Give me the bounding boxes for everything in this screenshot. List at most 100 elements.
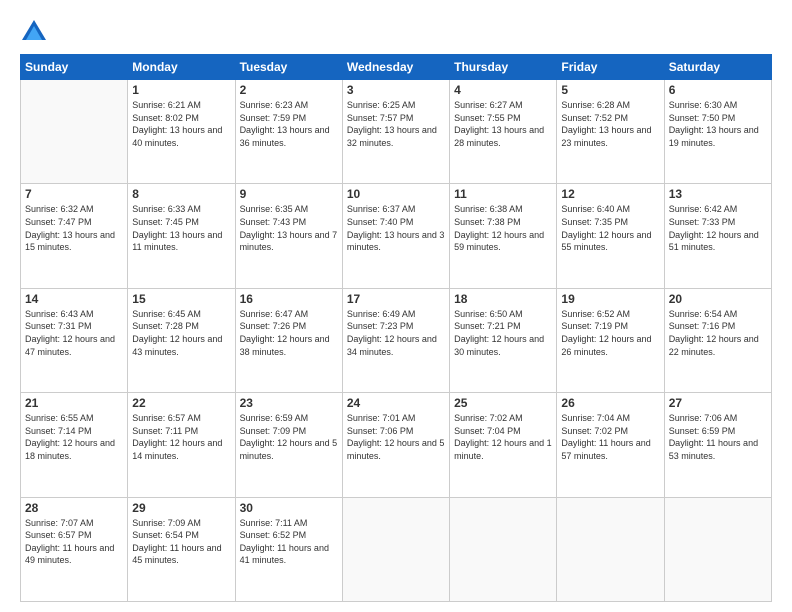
header <box>20 18 772 46</box>
day-info: Sunrise: 6:25 AMSunset: 7:57 PMDaylight:… <box>347 99 445 149</box>
day-number: 7 <box>25 187 123 201</box>
day-info: Sunrise: 6:38 AMSunset: 7:38 PMDaylight:… <box>454 203 552 253</box>
day-info: Sunrise: 7:02 AMSunset: 7:04 PMDaylight:… <box>454 412 552 462</box>
calendar-cell: 30 Sunrise: 7:11 AMSunset: 6:52 PMDayligh… <box>235 497 342 601</box>
day-info: Sunrise: 7:06 AMSunset: 6:59 PMDaylight:… <box>669 412 767 462</box>
calendar-cell: 25 Sunrise: 7:02 AMSunset: 7:04 PMDayligh… <box>450 393 557 497</box>
day-number: 24 <box>347 396 445 410</box>
calendar-cell: 24 Sunrise: 7:01 AMSunset: 7:06 PMDayligh… <box>342 393 449 497</box>
calendar-cell <box>342 497 449 601</box>
calendar-cell: 3Sunrise: 6:25 AMSunset: 7:57 PMDaylight… <box>342 80 449 184</box>
day-info: Sunrise: 7:01 AMSunset: 7:06 PMDaylight:… <box>347 412 445 462</box>
day-info: Sunrise: 6:43 AMSunset: 7:31 PMDaylight:… <box>25 308 123 358</box>
day-number: 19 <box>561 292 659 306</box>
day-number: 4 <box>454 83 552 97</box>
calendar-week-4: 28 Sunrise: 7:07 AMSunset: 6:57 PMDayligh… <box>21 497 772 601</box>
day-number: 15 <box>132 292 230 306</box>
day-number: 9 <box>240 187 338 201</box>
page: SundayMondayTuesdayWednesdayThursdayFrid… <box>0 0 792 612</box>
calendar-week-3: 21Sunrise: 6:55 AMSunset: 7:14 PMDayligh… <box>21 393 772 497</box>
day-info: Sunrise: 7:04 AMSunset: 7:02 PMDaylight:… <box>561 412 659 462</box>
calendar-table: SundayMondayTuesdayWednesdayThursdayFrid… <box>20 54 772 602</box>
calendar-cell: 8Sunrise: 6:33 AMSunset: 7:45 PMDaylight… <box>128 184 235 288</box>
day-info: Sunrise: 7:11 AMSunset: 6:52 PMDaylight:… <box>240 517 338 567</box>
day-info: Sunrise: 6:42 AMSunset: 7:33 PMDaylight:… <box>669 203 767 253</box>
day-info: Sunrise: 7:09 AMSunset: 6:54 PMDaylight:… <box>132 517 230 567</box>
day-info: Sunrise: 6:40 AMSunset: 7:35 PMDaylight:… <box>561 203 659 253</box>
calendar-cell: 19 Sunrise: 6:52 AMSunset: 7:19 PMDayligh… <box>557 288 664 392</box>
day-number: 18 <box>454 292 552 306</box>
day-number: 13 <box>669 187 767 201</box>
day-number: 14 <box>25 292 123 306</box>
calendar-cell: 11 Sunrise: 6:38 AMSunset: 7:38 PMDayligh… <box>450 184 557 288</box>
day-info: Sunrise: 6:21 AMSunset: 8:02 PMDaylight:… <box>132 99 230 149</box>
day-number: 16 <box>240 292 338 306</box>
day-info: Sunrise: 6:27 AMSunset: 7:55 PMDaylight:… <box>454 99 552 149</box>
day-number: 29 <box>132 501 230 515</box>
calendar-header-row: SundayMondayTuesdayWednesdayThursdayFrid… <box>21 55 772 80</box>
day-number: 11 <box>454 187 552 201</box>
day-number: 5 <box>561 83 659 97</box>
calendar-cell: 23 Sunrise: 6:59 AMSunset: 7:09 PMDayligh… <box>235 393 342 497</box>
day-info: Sunrise: 6:30 AMSunset: 7:50 PMDaylight:… <box>669 99 767 149</box>
day-number: 20 <box>669 292 767 306</box>
day-info: Sunrise: 6:55 AMSunset: 7:14 PMDaylight:… <box>25 412 123 462</box>
day-info: Sunrise: 6:57 AMSunset: 7:11 PMDaylight:… <box>132 412 230 462</box>
day-info: Sunrise: 6:59 AMSunset: 7:09 PMDaylight:… <box>240 412 338 462</box>
day-info: Sunrise: 6:52 AMSunset: 7:19 PMDaylight:… <box>561 308 659 358</box>
day-number: 12 <box>561 187 659 201</box>
day-number: 23 <box>240 396 338 410</box>
calendar-cell <box>557 497 664 601</box>
calendar-cell: 13 Sunrise: 6:42 AMSunset: 7:33 PMDayligh… <box>664 184 771 288</box>
calendar-cell: 9 Sunrise: 6:35 AMSunset: 7:43 PMDaylight… <box>235 184 342 288</box>
day-info: Sunrise: 6:37 AMSunset: 7:40 PMDaylight:… <box>347 203 445 253</box>
calendar-header-wednesday: Wednesday <box>342 55 449 80</box>
calendar-cell: 26 Sunrise: 7:04 AMSunset: 7:02 PMDayligh… <box>557 393 664 497</box>
logo <box>20 18 52 46</box>
day-info: Sunrise: 6:23 AMSunset: 7:59 PMDaylight:… <box>240 99 338 149</box>
day-info: Sunrise: 7:07 AMSunset: 6:57 PMDaylight:… <box>25 517 123 567</box>
calendar-cell: 12 Sunrise: 6:40 AMSunset: 7:35 PMDayligh… <box>557 184 664 288</box>
day-number: 10 <box>347 187 445 201</box>
day-info: Sunrise: 6:35 AMSunset: 7:43 PMDaylight:… <box>240 203 338 253</box>
day-number: 26 <box>561 396 659 410</box>
day-info: Sunrise: 6:50 AMSunset: 7:21 PMDaylight:… <box>454 308 552 358</box>
calendar-week-1: 7 Sunrise: 6:32 AMSunset: 7:47 PMDaylight… <box>21 184 772 288</box>
day-number: 2 <box>240 83 338 97</box>
calendar-header-tuesday: Tuesday <box>235 55 342 80</box>
calendar-cell: 27Sunrise: 7:06 AMSunset: 6:59 PMDayligh… <box>664 393 771 497</box>
calendar-cell: 6 Sunrise: 6:30 AMSunset: 7:50 PMDaylight… <box>664 80 771 184</box>
day-info: Sunrise: 6:49 AMSunset: 7:23 PMDaylight:… <box>347 308 445 358</box>
day-number: 1 <box>132 83 230 97</box>
calendar-header-sunday: Sunday <box>21 55 128 80</box>
day-number: 8 <box>132 187 230 201</box>
day-number: 6 <box>669 83 767 97</box>
calendar-cell: 17 Sunrise: 6:49 AMSunset: 7:23 PMDayligh… <box>342 288 449 392</box>
calendar-cell: 14 Sunrise: 6:43 AMSunset: 7:31 PMDayligh… <box>21 288 128 392</box>
day-info: Sunrise: 6:45 AMSunset: 7:28 PMDaylight:… <box>132 308 230 358</box>
day-number: 17 <box>347 292 445 306</box>
day-number: 28 <box>25 501 123 515</box>
calendar-week-2: 14 Sunrise: 6:43 AMSunset: 7:31 PMDayligh… <box>21 288 772 392</box>
day-number: 30 <box>240 501 338 515</box>
calendar-header-friday: Friday <box>557 55 664 80</box>
calendar-cell <box>664 497 771 601</box>
calendar-cell <box>450 497 557 601</box>
calendar-cell: 10 Sunrise: 6:37 AMSunset: 7:40 PMDayligh… <box>342 184 449 288</box>
calendar-cell: 22 Sunrise: 6:57 AMSunset: 7:11 PMDayligh… <box>128 393 235 497</box>
logo-icon <box>20 18 48 46</box>
calendar-header-thursday: Thursday <box>450 55 557 80</box>
calendar-cell: 20Sunrise: 6:54 AMSunset: 7:16 PMDayligh… <box>664 288 771 392</box>
calendar-cell: 1 Sunrise: 6:21 AMSunset: 8:02 PMDaylight… <box>128 80 235 184</box>
day-info: Sunrise: 6:32 AMSunset: 7:47 PMDaylight:… <box>25 203 123 253</box>
calendar-cell: 21Sunrise: 6:55 AMSunset: 7:14 PMDayligh… <box>21 393 128 497</box>
calendar-cell: 4 Sunrise: 6:27 AMSunset: 7:55 PMDaylight… <box>450 80 557 184</box>
day-number: 25 <box>454 396 552 410</box>
calendar-header-saturday: Saturday <box>664 55 771 80</box>
calendar-cell: 2 Sunrise: 6:23 AMSunset: 7:59 PMDaylight… <box>235 80 342 184</box>
calendar-cell: 29 Sunrise: 7:09 AMSunset: 6:54 PMDayligh… <box>128 497 235 601</box>
day-info: Sunrise: 6:28 AMSunset: 7:52 PMDaylight:… <box>561 99 659 149</box>
calendar-cell: 16Sunrise: 6:47 AMSunset: 7:26 PMDayligh… <box>235 288 342 392</box>
day-number: 22 <box>132 396 230 410</box>
calendar-cell: 28 Sunrise: 7:07 AMSunset: 6:57 PMDayligh… <box>21 497 128 601</box>
